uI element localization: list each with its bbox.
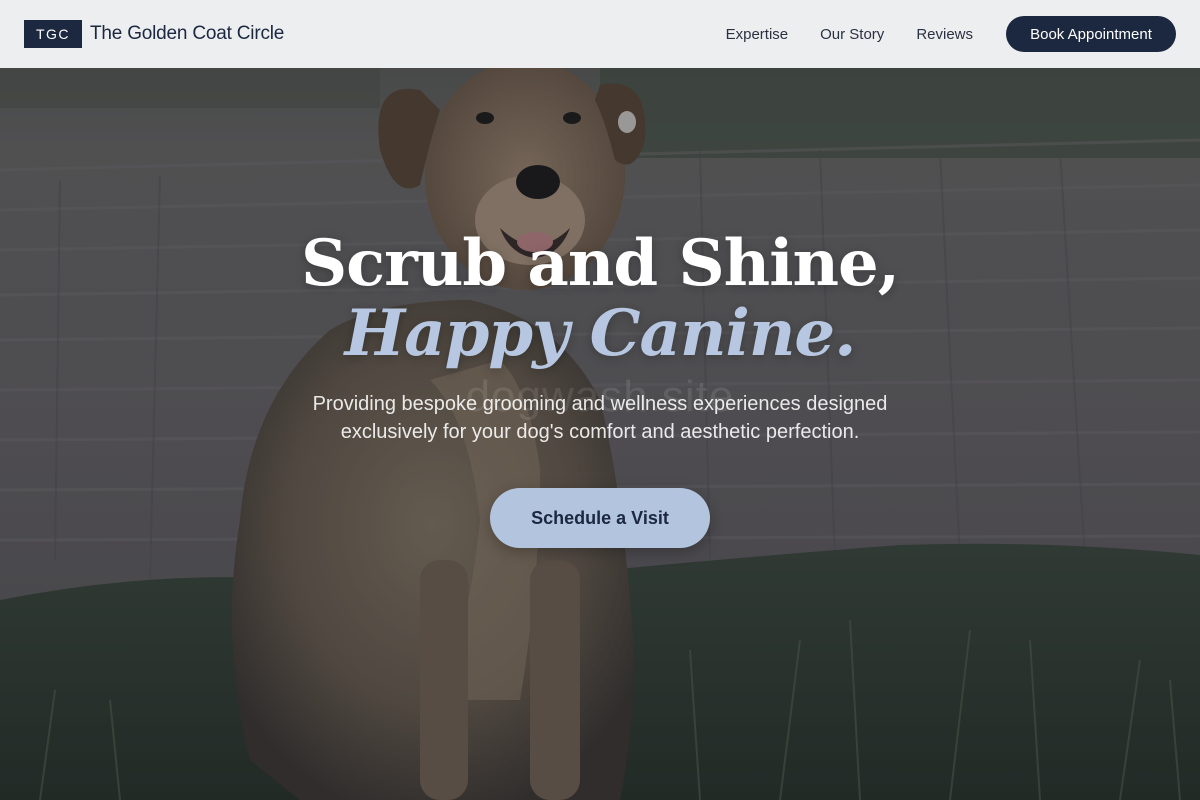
schedule-visit-button[interactable]: Schedule a Visit: [490, 488, 710, 548]
nav-link-expertise[interactable]: Expertise: [726, 26, 789, 43]
nav-link-our-story[interactable]: Our Story: [820, 26, 884, 43]
hero-section: Scrub and Shine, Happy Canine. Providing…: [0, 228, 1200, 548]
logo-mark: TGC: [24, 20, 82, 48]
site-header: TGC The Golden Coat Circle Expertise Our…: [0, 0, 1200, 68]
brand[interactable]: TGC The Golden Coat Circle: [24, 20, 284, 48]
book-appointment-button[interactable]: Book Appointment: [1006, 16, 1176, 52]
nav-link-reviews[interactable]: Reviews: [916, 26, 973, 43]
hero-title-accent: Happy Canine.: [344, 296, 857, 371]
main-nav: Expertise Our Story Reviews Book Appoint…: [726, 16, 1176, 52]
hero-subtitle: Providing bespoke grooming and wellness …: [312, 393, 888, 443]
hero-title: Scrub and Shine,: [300, 226, 900, 301]
brand-name: The Golden Coat Circle: [90, 23, 285, 44]
